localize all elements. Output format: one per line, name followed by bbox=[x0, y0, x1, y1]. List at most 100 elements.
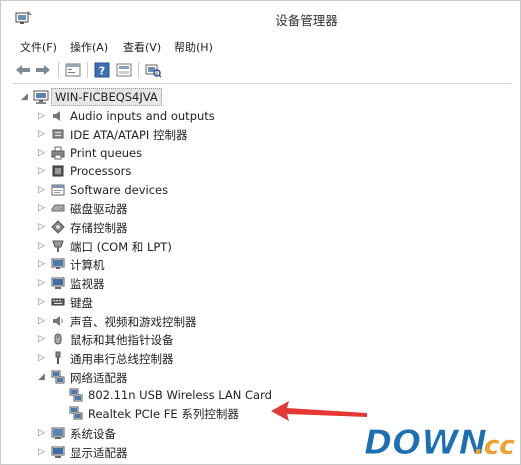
tree-category-software-devices[interactable]: ▷ Software devices bbox=[13, 181, 233, 199]
scan-hardware-icon[interactable] bbox=[144, 61, 162, 79]
tree-category-display-adapters[interactable]: ▷ 显示适配器 bbox=[13, 443, 233, 461]
category-label: Software devices bbox=[70, 183, 169, 197]
expand-arrow-icon[interactable]: ▷ bbox=[37, 202, 46, 214]
category-label: 键盘 bbox=[70, 296, 93, 310]
toolbar-separator bbox=[87, 62, 88, 78]
expand-arrow-icon[interactable]: ▷ bbox=[37, 184, 46, 196]
expand-arrow-icon[interactable]: ▷ bbox=[37, 147, 46, 159]
category-label: Processors bbox=[70, 164, 132, 178]
collapse-arrow-icon[interactable]: ◢ bbox=[37, 371, 46, 383]
device-label: Realtek PCIe FE 系列控制器 bbox=[88, 407, 239, 421]
tree-category-audio[interactable]: ▷ Audio inputs and outputs bbox=[13, 107, 233, 125]
port-icon bbox=[50, 238, 66, 254]
collapse-arrow-icon[interactable]: ◢ bbox=[20, 91, 29, 103]
category-label: 端口 (COM 和 LPT) bbox=[70, 240, 172, 254]
help-icon[interactable]: ? bbox=[93, 61, 111, 79]
expand-arrow-icon[interactable]: ▷ bbox=[37, 240, 46, 252]
tree-category-computer[interactable]: ▷ 计算机 bbox=[13, 255, 233, 273]
device-label: 802.11n USB Wireless LAN Card bbox=[88, 388, 272, 402]
tree-device-realtek-pcie[interactable]: Realtek PCIe FE 系列控制器 bbox=[13, 404, 273, 422]
category-label: 显示适配器 bbox=[70, 446, 128, 460]
category-label: 鼠标和其他指针设备 bbox=[70, 333, 174, 347]
svg-text:?: ? bbox=[99, 65, 105, 78]
display-adapter-icon bbox=[50, 444, 66, 460]
menu-bar: 文件(F) 操作(A) 查看(V) 帮助(H) bbox=[1, 36, 520, 56]
tree-category-disk-drives[interactable]: ▷ 磁盘驱动器 bbox=[13, 199, 233, 217]
tree-category-ports[interactable]: ▷ 端口 (COM 和 LPT) bbox=[13, 237, 233, 255]
title-bar: 设备管理器 bbox=[1, 1, 520, 35]
category-label: 系统设备 bbox=[70, 427, 116, 441]
category-label: Audio inputs and outputs bbox=[70, 109, 215, 123]
tree-category-print-queues[interactable]: ▷ Print queues bbox=[13, 144, 233, 162]
device-tree: ◢ WIN-FICBEQS4JVA ▷ Audio inputs and out… bbox=[13, 83, 511, 462]
tree-category-keyboards[interactable]: ▷ 键盘 bbox=[13, 293, 233, 311]
svg-text:.cc: .cc bbox=[474, 431, 515, 461]
storage-controller-icon bbox=[50, 219, 66, 235]
monitor-icon bbox=[50, 275, 66, 291]
menu-help[interactable]: 帮助(H) bbox=[174, 39, 213, 55]
svg-text:DOWN: DOWN bbox=[364, 423, 487, 462]
tree-category-usb[interactable]: ▷ 通用串行总线控制器 bbox=[13, 349, 233, 367]
expand-arrow-icon[interactable]: ▷ bbox=[37, 446, 46, 458]
expand-arrow-icon[interactable]: ▷ bbox=[37, 128, 46, 140]
expand-arrow-icon[interactable]: ▷ bbox=[37, 315, 46, 327]
category-label: 网络适配器 bbox=[70, 371, 128, 385]
category-label: 声音、视频和游戏控制器 bbox=[70, 315, 197, 329]
software-device-icon bbox=[50, 182, 66, 198]
network-adapter-icon bbox=[68, 405, 84, 421]
tree-device-wireless-lan[interactable]: 802.11n USB Wireless LAN Card bbox=[13, 386, 273, 404]
category-label: Print queues bbox=[70, 146, 143, 160]
menu-view[interactable]: 查看(V) bbox=[123, 39, 161, 55]
properties-icon[interactable] bbox=[64, 61, 82, 79]
expand-arrow-icon[interactable]: ▷ bbox=[37, 221, 46, 233]
speaker-icon bbox=[50, 108, 66, 124]
category-label: 通用串行总线控制器 bbox=[70, 352, 174, 366]
expand-arrow-icon[interactable]: ▷ bbox=[37, 110, 46, 122]
usb-icon bbox=[50, 350, 66, 366]
system-device-icon bbox=[50, 425, 66, 441]
network-adapter-icon bbox=[50, 369, 66, 385]
annotation-arrow bbox=[271, 401, 367, 421]
expand-arrow-icon[interactable]: ▷ bbox=[37, 165, 46, 177]
printer-icon bbox=[50, 145, 66, 161]
forward-icon[interactable] bbox=[34, 61, 52, 79]
down-cc-watermark-logo: DOWN .cc bbox=[364, 423, 516, 463]
tree-category-monitors[interactable]: ▷ 监视器 bbox=[13, 274, 233, 292]
menu-file[interactable]: 文件(F) bbox=[20, 39, 57, 55]
sound-icon bbox=[50, 313, 66, 329]
tree-category-network-adapters[interactable]: ◢ 网络适配器 bbox=[13, 368, 233, 386]
expand-arrow-icon[interactable]: ▷ bbox=[37, 427, 46, 439]
computer-icon bbox=[50, 256, 66, 272]
expand-arrow-icon[interactable]: ▷ bbox=[37, 258, 46, 270]
expand-arrow-icon[interactable]: ▷ bbox=[37, 333, 46, 345]
computer-icon bbox=[33, 89, 49, 105]
root-computer-name: WIN-FICBEQS4JVA bbox=[51, 88, 162, 106]
tree-category-sound-video-game[interactable]: ▷ 声音、视频和游戏控制器 bbox=[13, 312, 233, 330]
expand-arrow-icon[interactable]: ▷ bbox=[37, 296, 46, 308]
tree-category-processors[interactable]: ▷ Processors bbox=[13, 162, 233, 180]
menu-action[interactable]: 操作(A) bbox=[70, 39, 108, 55]
expand-arrow-icon[interactable]: ▷ bbox=[37, 352, 46, 364]
window-title: 设备管理器 bbox=[275, 13, 338, 28]
disk-drive-icon bbox=[50, 200, 66, 216]
device-manager-window: 设备管理器 文件(F) 操作(A) 查看(V) 帮助(H) ? ◢ WIN-FI… bbox=[0, 0, 521, 465]
tree-category-system-devices[interactable]: ▷ 系统设备 bbox=[13, 424, 233, 442]
mouse-icon bbox=[50, 331, 66, 347]
category-label: 监视器 bbox=[70, 277, 105, 291]
keyboard-icon bbox=[50, 294, 66, 310]
network-adapter-icon bbox=[68, 387, 84, 403]
toolbar-separator bbox=[138, 62, 139, 78]
processor-icon bbox=[50, 163, 66, 179]
category-label: IDE ATA/ATAPI 控制器 bbox=[70, 128, 188, 142]
tree-category-storage-controllers[interactable]: ▷ 存储控制器 bbox=[13, 218, 233, 236]
expand-arrow-icon[interactable]: ▷ bbox=[37, 277, 46, 289]
tree-root[interactable]: ◢ WIN-FICBEQS4JVA bbox=[13, 88, 213, 106]
view-icon[interactable] bbox=[115, 61, 133, 79]
toolbar: ? bbox=[1, 58, 520, 82]
toolbar-separator bbox=[58, 62, 59, 78]
tree-category-mice[interactable]: ▷ 鼠标和其他指针设备 bbox=[13, 330, 233, 348]
category-label: 计算机 bbox=[70, 258, 105, 272]
ide-controller-icon bbox=[50, 126, 66, 142]
tree-category-ide[interactable]: ▷ IDE ATA/ATAPI 控制器 bbox=[13, 125, 233, 143]
back-icon[interactable] bbox=[14, 61, 32, 79]
